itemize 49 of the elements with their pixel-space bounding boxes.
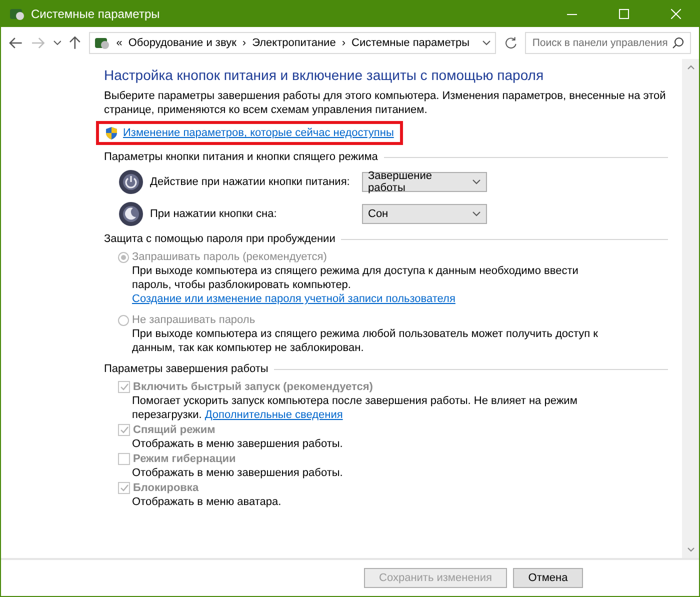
option-label: Режим гибернации xyxy=(133,453,236,465)
caret-icon xyxy=(472,211,481,217)
control-panel-icon xyxy=(9,6,25,22)
option-label: Блокировка xyxy=(133,482,199,494)
option-description: Отображать в меню завершения работы. xyxy=(132,466,344,480)
back-icon[interactable] xyxy=(9,37,23,49)
action-dropdown[interactable]: Завершение работы xyxy=(362,172,487,192)
history-caret-icon[interactable] xyxy=(52,40,62,46)
option-label: Спящий режим xyxy=(133,424,216,436)
setting-label: При нажатии кнопки сна: xyxy=(150,208,278,220)
dialog-button[interactable]: Отмена xyxy=(513,568,583,588)
admin-settings-link[interactable]: Изменение параметров, которые сейчас недоступны xyxy=(123,127,394,139)
caret-icon xyxy=(472,179,481,185)
refresh-icon[interactable] xyxy=(504,36,518,50)
breadcrumb-item[interactable]: Электропитание xyxy=(252,37,336,49)
forward-icon[interactable] xyxy=(30,37,45,49)
option-label: Запрашивать пароль (рекомендуется) xyxy=(132,251,327,263)
page-heading: Настройка кнопок питания и включение защиты с помощью пароля xyxy=(104,67,545,83)
close-icon xyxy=(671,9,681,19)
section-title: Параметры кнопки питания и кнопки спящего режима xyxy=(104,151,378,163)
up-icon[interactable] xyxy=(69,36,82,50)
section-title: Защита с помощью пароля при пробуждении xyxy=(104,233,336,245)
breadcrumb-item[interactable]: Оборудование и звук xyxy=(128,37,236,49)
address-bar[interactable]: « Оборудование и звук › Электропитание › Системные параметры xyxy=(89,32,496,54)
setting-label: Действие при нажатии кнопки питания: xyxy=(150,176,351,188)
option-label: Не запрашивать пароль xyxy=(132,314,256,326)
window-title: Системные параметры xyxy=(31,7,161,21)
intro-text: Выберите параметры завершения работы для этого компьютера. Изменения параметров, внесенные на этой странице, применяются ко всем схемам управления питанием. xyxy=(104,89,667,117)
section-title: Параметры завершения работы xyxy=(104,363,268,375)
maximize-icon xyxy=(619,9,629,19)
power-icon xyxy=(118,169,144,195)
scrollbar[interactable] xyxy=(682,59,699,558)
shield-icon xyxy=(105,126,118,140)
search-icon[interactable] xyxy=(672,37,684,49)
search-field[interactable]: Поиск в панели управления xyxy=(525,32,691,54)
option-description: При выходе компьютера из спящего режима для доступа к данным необходимо ввести пароль, чтобы разблокировать компьютер. Создание или изменение пароля учетной записи пользователя xyxy=(132,264,580,306)
option-description: Помогает ускорить запуск компьютера после завершения работы. Не влияет на режим перезагрузки. Дополнительные сведения xyxy=(132,394,578,422)
control-panel-icon xyxy=(94,35,110,51)
option-description: При выходе компьютера из спящего режима любой пользователь может получить доступ к данным, так как компьютер не заблокирован. xyxy=(132,327,599,355)
option-description: Отображать в меню завершения работы. xyxy=(132,437,344,451)
breadcrumb-overflow[interactable]: « xyxy=(116,37,122,49)
breadcrumb-item[interactable]: Системные параметры xyxy=(352,37,470,49)
option-label: Включить быстрый запуск (рекомендуется) xyxy=(133,381,373,393)
action-dropdown[interactable]: Сон xyxy=(362,204,487,224)
breadcrumb-separator: › xyxy=(342,37,346,49)
dropdown-caret-icon[interactable] xyxy=(482,40,491,46)
breadcrumb-separator: › xyxy=(242,37,246,49)
moon-icon xyxy=(118,201,144,227)
option-description: Отображать в меню аватара. xyxy=(132,495,282,509)
